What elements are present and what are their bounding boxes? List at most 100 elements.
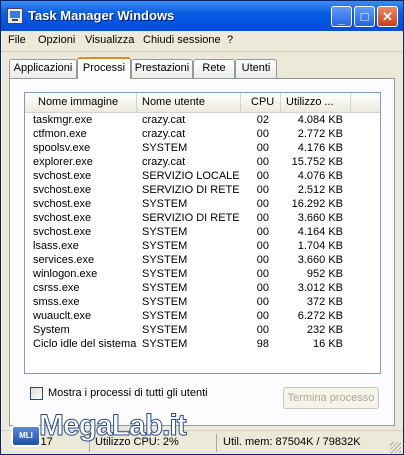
process-memory: 4.076 KB bbox=[297, 170, 343, 182]
resize-grip[interactable] bbox=[390, 442, 401, 453]
menu-visualizza[interactable]: Visualizza bbox=[85, 34, 134, 46]
process-name: ctfmon.exe bbox=[33, 128, 87, 140]
process-cpu: 00 bbox=[256, 212, 269, 224]
table-row[interactable]: explorer.exe crazy.cat 00 15.752 KB bbox=[25, 155, 380, 169]
column-header-user-name[interactable]: Nome utente bbox=[137, 93, 241, 112]
process-cpu: 00 bbox=[256, 268, 269, 280]
process-memory: 4.176 KB bbox=[297, 142, 343, 154]
tab-applicazioni[interactable]: Applicazioni bbox=[9, 59, 77, 78]
process-user: SYSTEM bbox=[142, 296, 188, 308]
process-cpu: 00 bbox=[256, 156, 269, 168]
process-memory: 4.084 KB bbox=[297, 114, 343, 126]
maximize-button[interactable]: □ bbox=[354, 6, 375, 27]
process-list[interactable]: Nome immagine Nome utente CPU Utilizzo .… bbox=[24, 92, 381, 374]
process-cpu: 02 bbox=[256, 114, 269, 126]
menu-opzioni[interactable]: Opzioni bbox=[38, 34, 75, 46]
title-bar[interactable]: Task Manager Windows _ □ ✕ bbox=[1, 1, 403, 31]
process-memory: 2.512 KB bbox=[297, 184, 343, 196]
process-user: SYSTEM bbox=[142, 240, 188, 252]
process-user: SYSTEM bbox=[142, 142, 188, 154]
process-name: svchost.exe bbox=[33, 212, 92, 224]
table-row[interactable]: svchost.exe SYSTEM 00 16.292 KB bbox=[25, 197, 380, 211]
process-name: explorer.exe bbox=[33, 156, 93, 168]
minimize-button[interactable]: _ bbox=[331, 6, 352, 27]
process-name: wuauclt.exe bbox=[33, 310, 92, 322]
process-user: SYSTEM bbox=[142, 198, 188, 210]
status-memory-usage: Util. mem: 87504K / 79832K bbox=[223, 436, 361, 448]
window-title: Task Manager Windows bbox=[28, 8, 175, 23]
process-memory: 232 KB bbox=[306, 324, 343, 336]
table-row[interactable]: services.exe SYSTEM 00 3.660 KB bbox=[25, 253, 380, 267]
process-user: SYSTEM bbox=[142, 338, 188, 350]
process-user: SYSTEM bbox=[142, 268, 188, 280]
status-separator bbox=[89, 434, 90, 452]
tab-prestazioni[interactable]: Prestazioni bbox=[131, 59, 193, 78]
table-row[interactable]: svchost.exe SYSTEM 00 4.164 KB bbox=[25, 225, 380, 239]
process-user: SYSTEM bbox=[142, 310, 188, 322]
process-name: svchost.exe bbox=[33, 184, 92, 196]
process-cpu: 00 bbox=[256, 282, 269, 294]
process-cpu: 00 bbox=[256, 240, 269, 252]
process-name: spoolsv.exe bbox=[33, 142, 91, 154]
close-button[interactable]: ✕ bbox=[377, 6, 398, 27]
menu-chiudi-sessione[interactable]: Chiudi sessione bbox=[143, 34, 221, 46]
process-memory: 2.772 KB bbox=[297, 128, 343, 140]
process-memory: 6.272 KB bbox=[297, 310, 343, 322]
process-memory: 3.660 KB bbox=[297, 212, 343, 224]
table-row[interactable]: taskmgr.exe crazy.cat 02 4.084 KB bbox=[25, 113, 380, 127]
table-row[interactable]: System SYSTEM 00 232 KB bbox=[25, 323, 380, 337]
column-header-cpu[interactable]: CPU bbox=[241, 93, 281, 112]
table-row[interactable]: Ciclo idle del sistema SYSTEM 98 16 KB bbox=[25, 337, 380, 351]
column-header-image-name[interactable]: Nome immagine bbox=[25, 93, 137, 112]
process-user: crazy.cat bbox=[142, 156, 186, 168]
table-row[interactable]: ctfmon.exe crazy.cat 00 2.772 KB bbox=[25, 127, 380, 141]
table-row[interactable]: svchost.exe SERVIZIO DI RETE 00 2.512 KB bbox=[25, 183, 380, 197]
process-memory: 16.292 KB bbox=[291, 198, 343, 210]
process-cpu: 00 bbox=[256, 324, 269, 336]
maximize-icon: □ bbox=[360, 9, 369, 24]
process-user: SYSTEM bbox=[142, 226, 188, 238]
process-name: svchost.exe bbox=[33, 226, 92, 238]
menu-file[interactable]: File bbox=[8, 34, 26, 46]
process-cpu: 98 bbox=[256, 338, 269, 350]
tab-rete[interactable]: Rete bbox=[193, 59, 235, 78]
process-user: SERVIZIO LOCALE bbox=[142, 170, 240, 182]
process-name: winlogon.exe bbox=[33, 268, 98, 280]
table-row[interactable]: lsass.exe SYSTEM 00 1.704 KB bbox=[25, 239, 380, 253]
tab-utenti[interactable]: Utenti bbox=[235, 59, 277, 78]
status-cpu-usage: Utilizzo CPU: 2% bbox=[95, 436, 179, 448]
tab-processi[interactable]: Processi bbox=[77, 57, 131, 79]
show-all-processes-option[interactable]: Mostra i processi di tutti gli utenti bbox=[30, 386, 290, 402]
process-user: crazy.cat bbox=[142, 114, 186, 126]
minimize-icon: _ bbox=[337, 11, 346, 26]
table-row[interactable]: winlogon.exe SYSTEM 00 952 KB bbox=[25, 267, 380, 281]
process-name: services.exe bbox=[33, 254, 95, 266]
process-user: crazy.cat bbox=[142, 128, 186, 140]
process-memory: 15.752 KB bbox=[291, 156, 343, 168]
process-name: svchost.exe bbox=[33, 170, 92, 182]
process-name: svchost.exe bbox=[33, 198, 92, 210]
process-user: SERVIZIO DI RETE bbox=[142, 212, 240, 224]
table-row[interactable]: csrss.exe SYSTEM 00 3.012 KB bbox=[25, 281, 380, 295]
menu-help[interactable]: ? bbox=[227, 34, 233, 46]
process-cpu: 00 bbox=[256, 198, 269, 210]
status-separator bbox=[216, 434, 217, 452]
task-manager-app-icon bbox=[7, 8, 23, 24]
table-row[interactable]: svchost.exe SERVIZIO LOCALE 00 4.076 KB bbox=[25, 169, 380, 183]
show-all-processes-checkbox[interactable] bbox=[30, 387, 43, 400]
table-row[interactable]: wuauclt.exe SYSTEM 00 6.272 KB bbox=[25, 309, 380, 323]
process-memory: 952 KB bbox=[306, 268, 343, 280]
end-process-button[interactable]: Termina processo bbox=[283, 387, 379, 409]
process-cpu: 00 bbox=[256, 184, 269, 196]
column-header-memory[interactable]: Utilizzo ... bbox=[281, 93, 351, 112]
table-row[interactable]: smss.exe SYSTEM 00 372 KB bbox=[25, 295, 380, 309]
process-user: SERVIZIO DI RETE bbox=[142, 184, 240, 196]
tab-strip: Applicazioni Processi Prestazioni Rete U… bbox=[9, 57, 397, 79]
process-cpu: 00 bbox=[256, 128, 269, 140]
process-cpu: 00 bbox=[256, 254, 269, 266]
table-row[interactable]: svchost.exe SERVIZIO DI RETE 00 3.660 KB bbox=[25, 211, 380, 225]
process-cpu: 00 bbox=[256, 170, 269, 182]
table-row[interactable]: spoolsv.exe SYSTEM 00 4.176 KB bbox=[25, 141, 380, 155]
process-user: SYSTEM bbox=[142, 254, 188, 266]
process-memory: 1.704 KB bbox=[297, 240, 343, 252]
